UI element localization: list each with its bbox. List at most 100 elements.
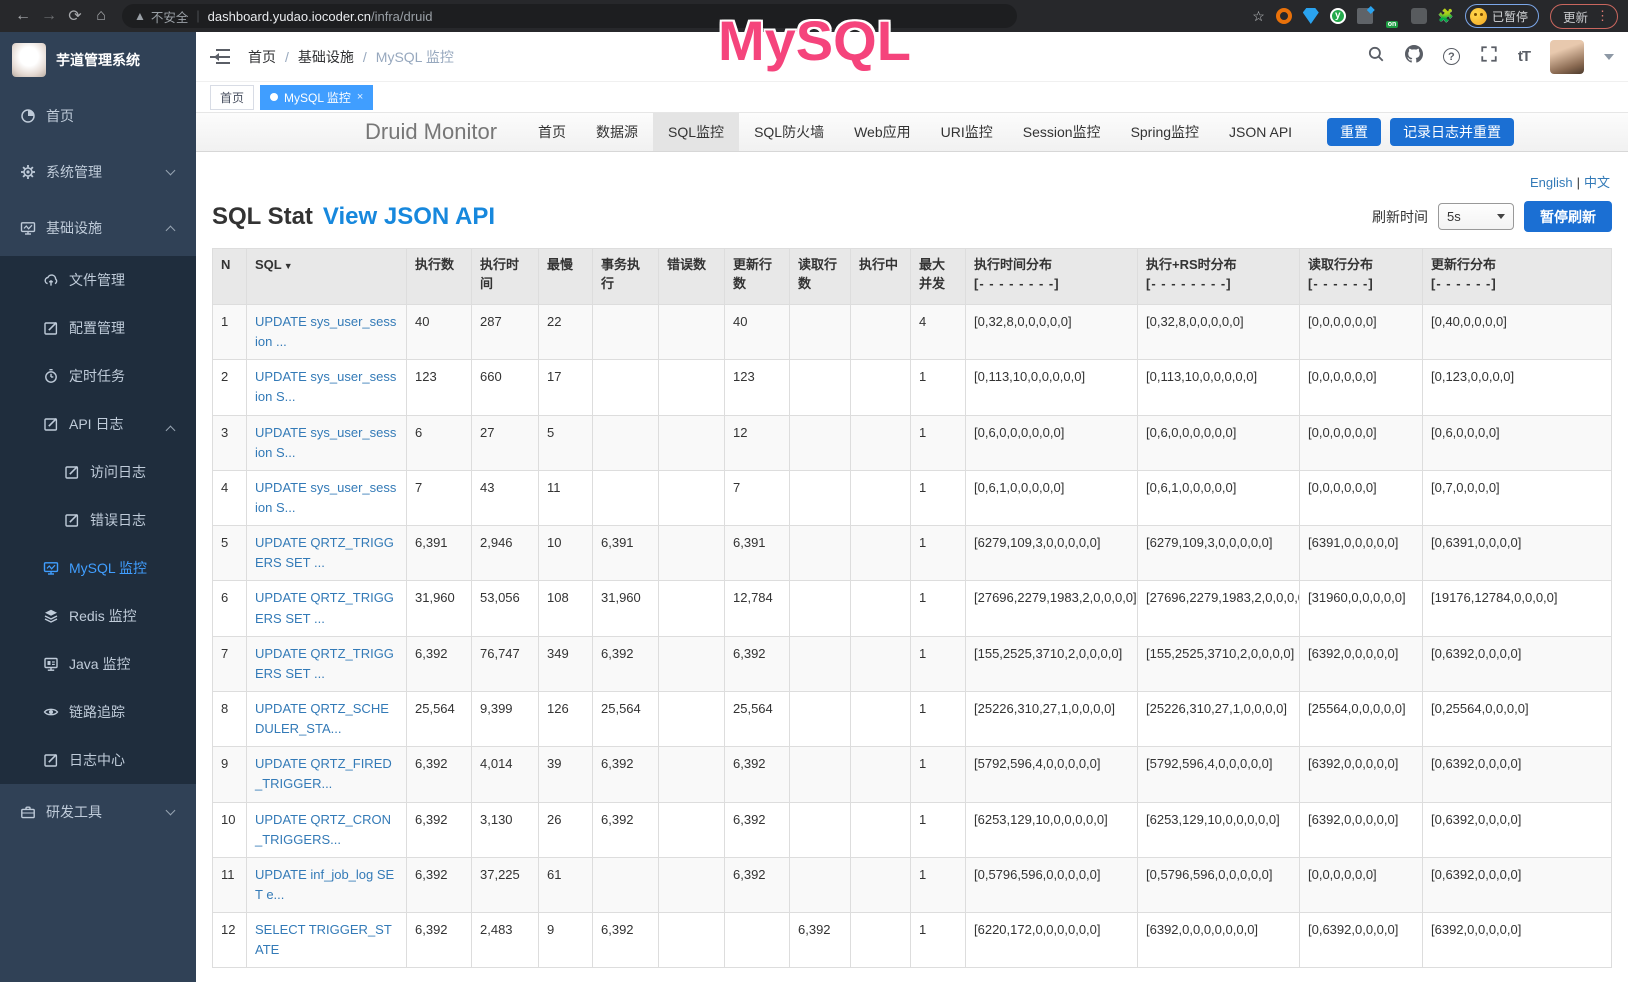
help-icon[interactable]: ? xyxy=(1443,48,1460,65)
sidebar-item-dev-tools[interactable]: 研发工具 xyxy=(0,784,196,840)
font-size-icon[interactable]: tT xyxy=(1518,48,1530,65)
table-cell: [155,2525,3710,2,0,0,0,0] xyxy=(966,636,1138,691)
tag-item[interactable]: 首页 xyxy=(210,85,254,110)
extension-icon[interactable] xyxy=(1303,8,1319,24)
druid-tab-SQL监控[interactable]: SQL监控 xyxy=(653,113,739,151)
extension-icon[interactable]: y xyxy=(1330,8,1346,24)
extension-icon[interactable] xyxy=(1357,8,1373,24)
chrome-update-button[interactable]: 更新⋮ xyxy=(1550,4,1618,29)
sql-link[interactable]: UPDATE sys_user_session ... xyxy=(255,314,396,349)
extension-icon[interactable] xyxy=(1411,8,1427,24)
column-header: 更新行分布[- - - - - -] xyxy=(1423,249,1612,305)
sidebar-item-label: Java 监控 xyxy=(69,654,130,674)
collapse-sidebar-icon[interactable] xyxy=(210,49,230,65)
view-json-api-link[interactable]: View JSON API xyxy=(323,203,495,231)
sql-link[interactable]: UPDATE sys_user_session S... xyxy=(255,425,396,460)
avatar-caret-icon[interactable] xyxy=(1604,54,1614,65)
table-cell xyxy=(593,857,659,912)
table-cell: 9 xyxy=(213,747,247,802)
table-cell: [0,32,8,0,0,0,0,0] xyxy=(966,305,1138,360)
close-icon[interactable]: × xyxy=(357,91,363,103)
table-cell: 11 xyxy=(539,470,593,525)
refresh-interval-label: 刷新时间 xyxy=(1372,207,1428,227)
table-cell xyxy=(790,415,851,470)
breadcrumb-item[interactable]: 基础设施 xyxy=(298,47,354,67)
github-icon[interactable] xyxy=(1405,45,1423,68)
extension-icon[interactable]: on xyxy=(1384,8,1400,24)
home-button[interactable]: ⌂ xyxy=(88,7,114,25)
pause-refresh-button[interactable]: 暂停刷新 xyxy=(1524,201,1612,232)
lang-chinese-link[interactable]: 中文 xyxy=(1584,175,1610,190)
sql-link[interactable]: UPDATE QRTZ_TRIGGERS SET ... xyxy=(255,535,394,570)
sql-link[interactable]: UPDATE QRTZ_TRIGGERS SET ... xyxy=(255,646,394,681)
column-header[interactable]: SQL▼ xyxy=(247,249,407,305)
sql-link[interactable]: UPDATE QRTZ_SCHEDULER_STA... xyxy=(255,701,389,736)
sql-link[interactable]: UPDATE sys_user_session S... xyxy=(255,369,396,404)
profile-paused-badge[interactable]: 已暂停 xyxy=(1465,4,1539,28)
sidebar-item-mysql[interactable]: MySQL 监控 xyxy=(0,544,196,592)
chevron-up-icon xyxy=(166,226,176,236)
column-header: 事务执行 xyxy=(593,249,659,305)
sql-link[interactable]: UPDATE QRTZ_CRON_TRIGGERS... xyxy=(255,812,391,847)
extension-icon[interactable] xyxy=(1276,8,1292,24)
warning-icon: ▲ xyxy=(134,9,146,23)
search-icon[interactable] xyxy=(1367,45,1385,68)
druid-tab-URI监控[interactable]: URI监控 xyxy=(926,113,1008,151)
table-cell: 6 xyxy=(213,581,247,636)
table-cell: 3 xyxy=(213,415,247,470)
sidebar-item-system[interactable]: 系统管理 xyxy=(0,144,196,200)
sidebar-item-access-log[interactable]: 访问日志 xyxy=(0,448,196,496)
tag-active[interactable]: MySQL 监控× xyxy=(260,85,373,110)
lang-english-link[interactable]: English xyxy=(1530,175,1573,190)
breadcrumb-item[interactable]: 首页 xyxy=(248,47,276,67)
table-cell: 2,946 xyxy=(472,526,539,581)
druid-tab-Web应用[interactable]: Web应用 xyxy=(839,113,926,151)
table-cell xyxy=(851,526,911,581)
sidebar-item-api-log[interactable]: API 日志 xyxy=(0,400,196,448)
druid-tab-SQL防火墙[interactable]: SQL防火墙 xyxy=(739,113,839,151)
reload-button[interactable]: ⟳ xyxy=(62,6,88,26)
log-and-reset-button[interactable]: 记录日志并重置 xyxy=(1390,118,1514,146)
reset-button[interactable]: 重置 xyxy=(1327,118,1381,146)
forward-button[interactable]: → xyxy=(36,7,62,25)
sidebar-item-config[interactable]: 配置管理 xyxy=(0,304,196,352)
refresh-interval-select[interactable]: 5s xyxy=(1438,203,1514,230)
sidebar-item-java[interactable]: Java 监控 xyxy=(0,640,196,688)
table-cell: [0,0,0,0,0,0] xyxy=(1300,415,1423,470)
table-cell: [0,0,0,0,0,0] xyxy=(1300,360,1423,415)
druid-tab-Session监控[interactable]: Session监控 xyxy=(1008,113,1116,151)
table-cell xyxy=(790,857,851,912)
bookmark-star-icon[interactable]: ☆ xyxy=(1252,8,1265,25)
table-cell: 6,392 xyxy=(407,857,472,912)
sidebar-item-trace[interactable]: 链路追踪 xyxy=(0,688,196,736)
table-cell: UPDATE sys_user_session ... xyxy=(247,305,407,360)
sql-link[interactable]: UPDATE sys_user_session S... xyxy=(255,480,396,515)
sidebar-item-infra[interactable]: 基础设施 xyxy=(0,200,196,256)
extensions-puzzle-icon[interactable]: 🧩 xyxy=(1438,8,1454,24)
sidebar-item-file[interactable]: 文件管理 xyxy=(0,256,196,304)
druid-tab-Spring监控[interactable]: Spring监控 xyxy=(1116,113,1214,151)
table-cell: 11 xyxy=(213,857,247,912)
browser-menu-icon[interactable]: ⋮ xyxy=(1596,8,1609,24)
druid-tab-JSON API[interactable]: JSON API xyxy=(1214,113,1307,151)
sql-link[interactable]: UPDATE QRTZ_TRIGGERS SET ... xyxy=(255,590,394,625)
fullscreen-icon[interactable] xyxy=(1480,45,1498,68)
sidebar-item-job[interactable]: 定时任务 xyxy=(0,352,196,400)
sidebar-item-home[interactable]: 首页 xyxy=(0,88,196,144)
user-avatar[interactable] xyxy=(1550,40,1584,74)
druid-tab-首页[interactable]: 首页 xyxy=(523,113,581,151)
back-button[interactable]: ← xyxy=(10,7,36,25)
sidebar-item-error-log[interactable]: 错误日志 xyxy=(0,496,196,544)
sql-link[interactable]: UPDATE inf_job_log SET e... xyxy=(255,867,394,902)
app-logo[interactable]: 芋道管理系统 xyxy=(0,32,196,88)
sql-link[interactable]: SELECT TRIGGER_STATE xyxy=(255,922,392,957)
table-cell: 6,392 xyxy=(593,636,659,691)
sidebar-item-redis[interactable]: Redis 监控 xyxy=(0,592,196,640)
sidebar-item-log-center[interactable]: 日志中心 xyxy=(0,736,196,784)
table-cell: [0,6392,0,0,0,0] xyxy=(1423,802,1612,857)
table-cell: 1 xyxy=(911,636,966,691)
sql-link[interactable]: UPDATE QRTZ_FIRED_TRIGGER... xyxy=(255,756,392,791)
druid-tab-数据源[interactable]: 数据源 xyxy=(581,113,653,151)
address-bar[interactable]: ▲ 不安全 | dashboard.yudao.iocoder.cn/infra… xyxy=(122,4,1017,28)
table-cell xyxy=(851,305,911,360)
